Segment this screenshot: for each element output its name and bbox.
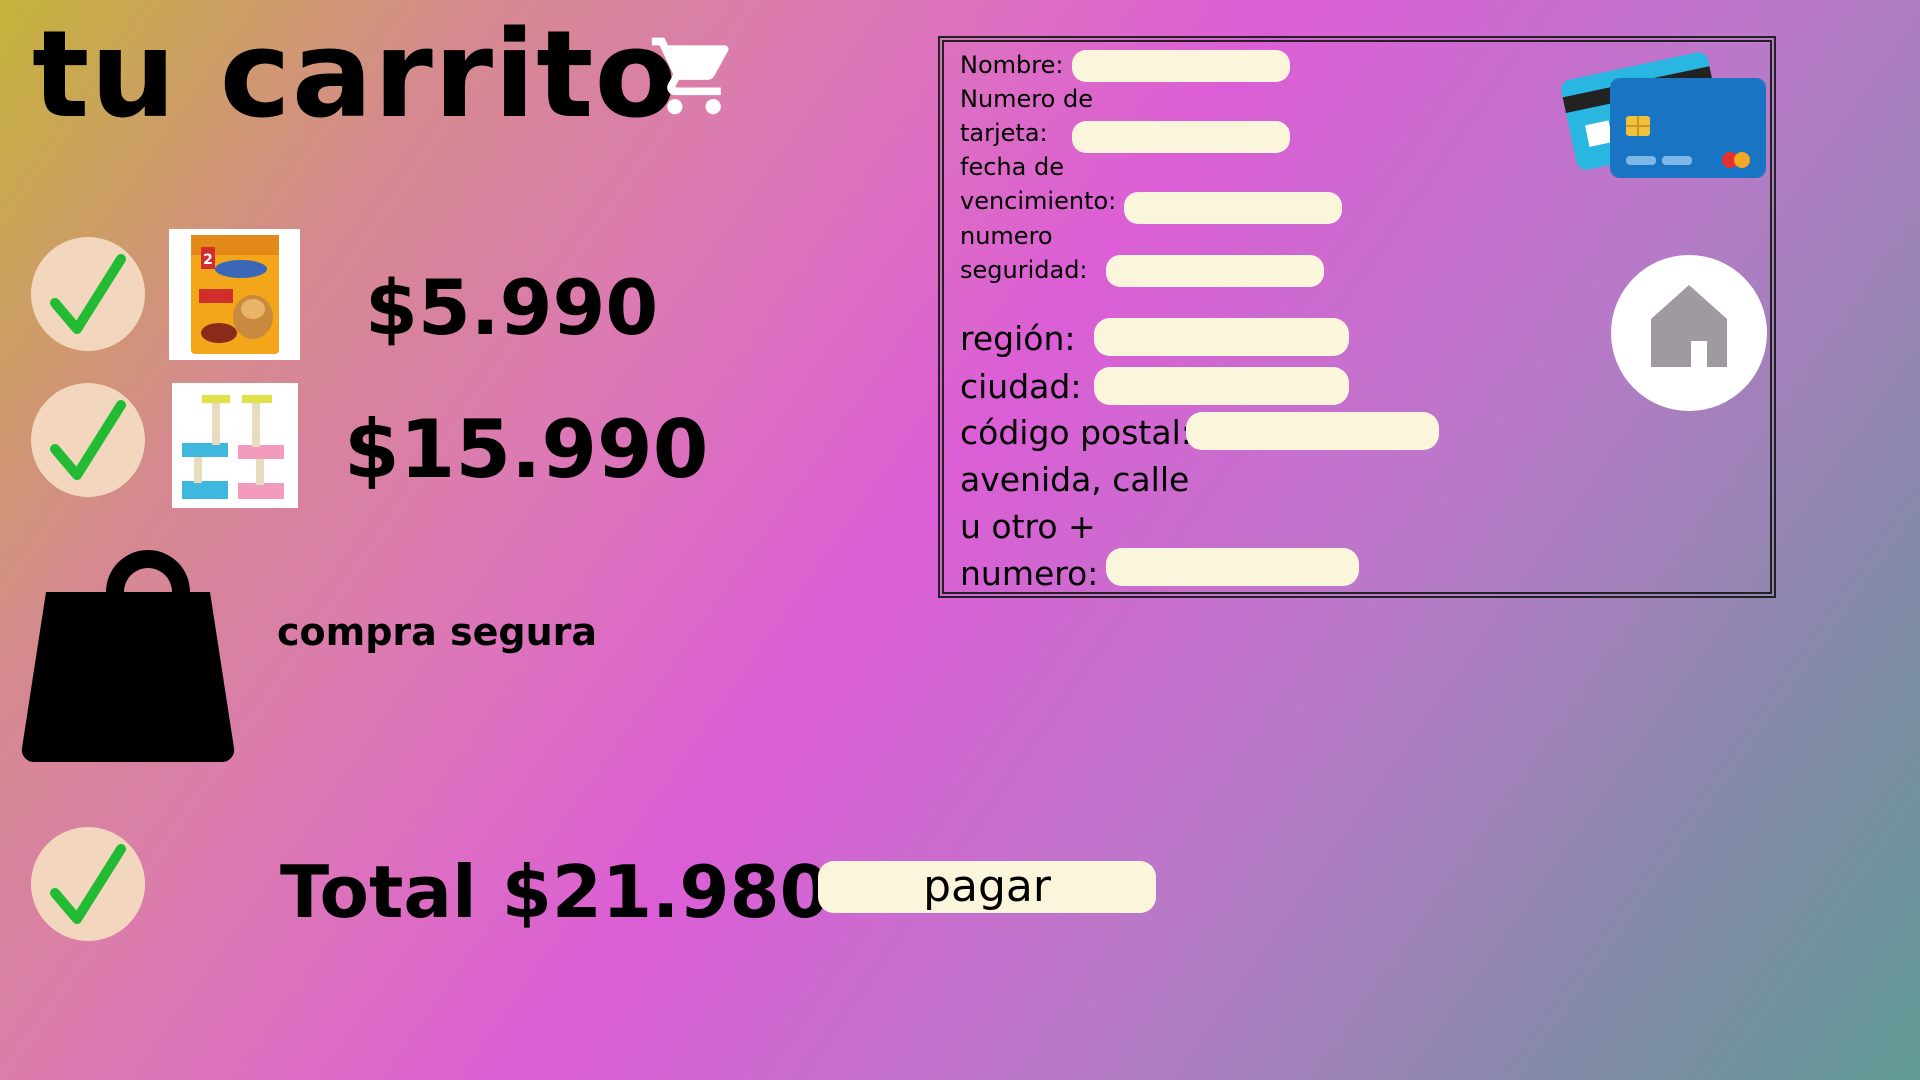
card-number-label-2: tarjeta:	[960, 119, 1048, 147]
street-label-2: u otro +	[960, 507, 1096, 546]
region-field[interactable]	[1094, 318, 1349, 356]
name-field[interactable]	[1072, 50, 1290, 82]
security-number-field[interactable]	[1106, 255, 1324, 287]
home-button[interactable]	[1611, 255, 1767, 411]
postal-code-field[interactable]	[1186, 412, 1439, 450]
item-2-check-icon[interactable]	[31, 383, 145, 497]
credit-cards-icon	[1558, 34, 1770, 184]
city-field[interactable]	[1094, 367, 1349, 405]
cat-scratching-post-image	[172, 383, 298, 508]
security-label-1: numero	[960, 222, 1053, 250]
svg-text:2: 2	[203, 252, 213, 268]
name-label: Nombre:	[960, 51, 1064, 79]
pay-button[interactable]: pagar	[818, 861, 1156, 913]
page-title: tu carrito	[32, 6, 678, 145]
total-check-icon[interactable]	[31, 827, 145, 941]
postal-code-label: código postal:	[960, 413, 1192, 452]
item-1-price: $5.990	[365, 263, 659, 352]
security-label-2: seguridad:	[960, 256, 1088, 284]
card-number-field[interactable]	[1072, 121, 1290, 153]
expiry-field[interactable]	[1124, 192, 1342, 224]
city-label: ciudad:	[960, 367, 1082, 406]
secure-purchase-label: compra segura	[277, 610, 598, 654]
total-label: Total $21.980	[280, 850, 830, 934]
item-2-price: $15.990	[344, 403, 709, 496]
dog-food-bag-image: 2	[169, 229, 300, 360]
shopping-cart-icon[interactable]	[648, 30, 740, 122]
expiry-label-2: vencimiento:	[960, 187, 1117, 215]
shopping-bag-icon	[20, 548, 236, 764]
street-label-3: numero:	[960, 554, 1099, 593]
street-field[interactable]	[1106, 548, 1359, 586]
expiry-label-1: fecha de	[960, 153, 1064, 181]
home-icon	[1651, 285, 1727, 367]
item-1-check-icon[interactable]	[31, 237, 145, 351]
card-number-label-1: Numero de	[960, 85, 1093, 113]
region-label: región:	[960, 319, 1076, 358]
street-label-1: avenida, calle	[960, 460, 1190, 499]
